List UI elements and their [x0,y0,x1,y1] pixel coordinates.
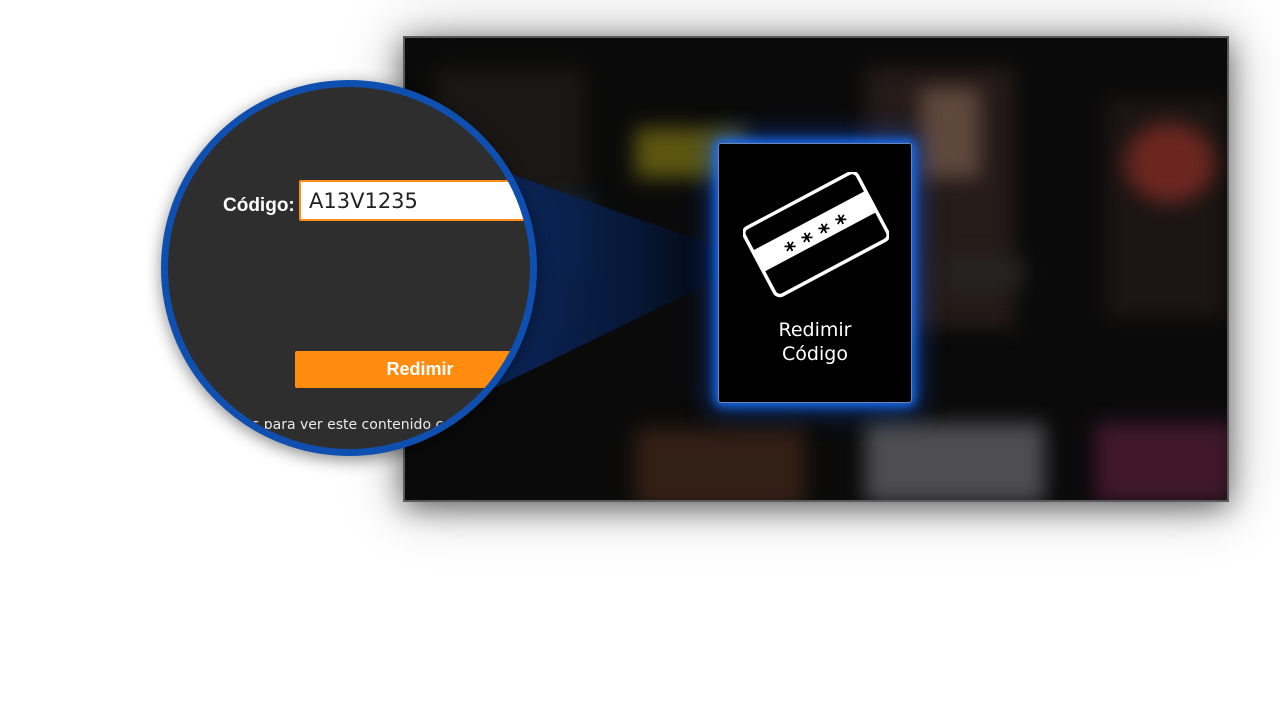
tile-label-line1: Redimir [778,319,852,341]
code-label: Código: [223,195,295,216]
redeem-code-tile[interactable]: * * * * Redimir Código [718,143,912,403]
zoom-magnifier: Código: Redimir s para ver este contenid… [161,80,537,456]
code-input[interactable] [299,180,530,221]
tile-label: Redimir Código [719,318,911,366]
tile-label-line2: Código [782,343,848,365]
redeem-button[interactable]: Redimir [295,351,530,388]
redeem-button-label: Redimir [386,359,454,379]
card-code-icon: * * * * [743,172,889,298]
info-text: s para ver este contenido co [252,417,452,433]
